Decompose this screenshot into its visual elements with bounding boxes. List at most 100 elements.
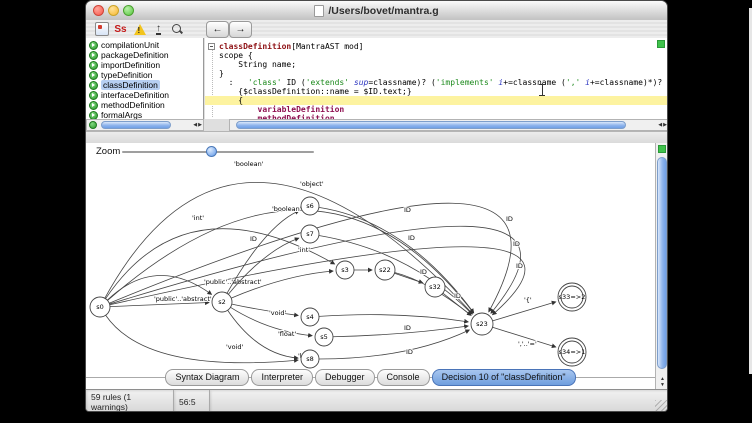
rule-icon bbox=[89, 111, 98, 120]
code-line[interactable]: String name; bbox=[219, 60, 668, 69]
transition-edge bbox=[110, 303, 209, 307]
tab-interpreter[interactable]: Interpreter bbox=[251, 369, 313, 386]
tree-item-compilationUnit[interactable]: compilationUnit bbox=[86, 40, 203, 50]
tree-item-label: packageDefinition bbox=[101, 50, 169, 60]
code-line[interactable]: {$classDefinition::name = $ID.text;} bbox=[219, 87, 668, 96]
fold-icon[interactable] bbox=[208, 43, 215, 50]
edge-label: ID bbox=[506, 215, 513, 223]
tree-item-label: methodDefinition bbox=[101, 100, 165, 110]
code-line[interactable]: scope { bbox=[219, 51, 668, 60]
tab-debugger[interactable]: Debugger bbox=[315, 369, 375, 386]
resize-grip[interactable] bbox=[655, 400, 668, 412]
state-s2[interactable]: s2 bbox=[212, 292, 232, 312]
edge-label: ID bbox=[250, 235, 257, 243]
state-s4[interactable]: s4 bbox=[301, 308, 319, 326]
tree-item-classDefinition[interactable]: classDefinition bbox=[86, 80, 203, 90]
forward-button[interactable]: → bbox=[229, 21, 252, 38]
goto-rule-icon[interactable]: ↑ bbox=[151, 22, 166, 36]
grammar-editor[interactable]: classDefinition[MantraAST mod]scope { St… bbox=[205, 38, 668, 119]
tree-item-packageDefinition[interactable]: packageDefinition bbox=[86, 50, 203, 60]
rules-count: 59 rules (1 warnings) bbox=[86, 390, 174, 412]
tree-hscroll-arrows[interactable]: ◀▶ bbox=[193, 120, 202, 130]
top-split: compilationUnitpackageDefinitionimportDe… bbox=[86, 38, 668, 131]
tab-console[interactable]: Console bbox=[377, 369, 430, 386]
state-s34=>1[interactable]: s34=>1 bbox=[558, 338, 586, 366]
zoom-slider[interactable] bbox=[122, 151, 314, 153]
toolbar: Ss ! ↑ ← → bbox=[86, 20, 667, 39]
code-line[interactable]: { bbox=[205, 96, 668, 105]
tab-syntax-diagram[interactable]: Syntax Diagram bbox=[165, 369, 249, 386]
state-s22[interactable]: s22 bbox=[375, 260, 395, 280]
edge-label: 'float' bbox=[278, 330, 296, 338]
code-line[interactable]: : 'class' ID ('extends' sup=classname)? … bbox=[219, 78, 668, 87]
diagram-vscroll-thumb[interactable] bbox=[657, 157, 667, 369]
edge-label: ID bbox=[513, 240, 520, 248]
edge-label: ID bbox=[420, 268, 427, 276]
tree-item-formalArgs[interactable]: formalArgs bbox=[86, 110, 203, 119]
code-line[interactable]: variableDefinition bbox=[219, 105, 668, 114]
tree-hscrollbar[interactable]: ◀▶ bbox=[86, 119, 204, 131]
code-line[interactable]: classDefinition[MantraAST mod] bbox=[219, 42, 668, 51]
state-s23[interactable]: s23 bbox=[471, 313, 493, 335]
state-s5[interactable]: s5 bbox=[315, 328, 333, 346]
state-s32[interactable]: s32 bbox=[425, 277, 445, 297]
rule-tree: compilationUnitpackageDefinitionimportDe… bbox=[86, 38, 204, 119]
antlrworks-window: /Users/bovet/mantra.g Ss ! ↑ ← → compila… bbox=[85, 0, 668, 412]
bottom-tabs: Syntax DiagramInterpreterDebuggerConsole… bbox=[86, 367, 655, 387]
state-s33=>2[interactable]: s33=>2 bbox=[558, 283, 586, 311]
fold-gutter bbox=[212, 43, 213, 117]
rule-icon bbox=[89, 81, 98, 90]
editor-hscrollbar[interactable]: ◀▶ bbox=[229, 119, 668, 131]
state-label: s8 bbox=[306, 355, 314, 363]
tree-item-methodDefinition[interactable]: methodDefinition bbox=[86, 100, 203, 110]
editor-hscroll-thumb[interactable] bbox=[236, 121, 626, 129]
state-label: s0 bbox=[96, 303, 104, 311]
edge-label: 'void' bbox=[226, 343, 244, 351]
state-s8[interactable]: s8 bbox=[301, 350, 319, 368]
zoom-slider-knob[interactable] bbox=[206, 146, 217, 157]
diagram-vscrollbar[interactable]: ▲▼ bbox=[655, 143, 668, 389]
titlebar[interactable]: /Users/bovet/mantra.g bbox=[86, 1, 667, 21]
syntax-coloring-icon[interactable]: Ss bbox=[113, 22, 128, 36]
transition-edge bbox=[106, 229, 335, 299]
code-line[interactable]: } bbox=[219, 69, 668, 78]
state-s7[interactable]: s7 bbox=[301, 225, 319, 243]
tree-item-label: interfaceDefinition bbox=[101, 90, 169, 100]
dfa-diagram[interactable]: 'boolean''object'IDIDID'int''public'..'a… bbox=[86, 159, 655, 369]
edge-label: 'int' bbox=[298, 246, 310, 254]
tab-decision-10-of-classdefinition[interactable]: Decision 10 of "classDefinition" bbox=[432, 369, 576, 386]
grammar-doc-icon[interactable] bbox=[94, 22, 109, 36]
desktop: /Users/bovet/mantra.g Ss ! ↑ ← → compila… bbox=[0, 0, 752, 423]
transition-edge bbox=[333, 326, 468, 337]
editor-hscroll-arrows[interactable]: ◀▶ bbox=[658, 120, 667, 130]
tree-item-interfaceDefinition[interactable]: interfaceDefinition bbox=[86, 90, 203, 100]
transition-edge bbox=[106, 315, 298, 363]
edge-label: ID bbox=[516, 262, 523, 270]
edge-label: '{' bbox=[524, 296, 532, 304]
diagram-vscroll-arrows[interactable]: ▲▼ bbox=[656, 376, 668, 388]
state-label: s7 bbox=[306, 230, 314, 238]
code-area[interactable]: classDefinition[MantraAST mod]scope { St… bbox=[219, 42, 668, 119]
edge-label: 'boolean' bbox=[234, 160, 264, 168]
edge-label: ID bbox=[404, 206, 411, 214]
tree-item-label: importDefinition bbox=[101, 60, 160, 70]
find-icon[interactable] bbox=[170, 22, 185, 36]
zoom-row: Zoom bbox=[86, 143, 668, 159]
tree-item-typeDefinition[interactable]: typeDefinition bbox=[86, 70, 203, 80]
tree-item-label: classDefinition bbox=[101, 80, 160, 90]
window-title: /Users/bovet/mantra.g bbox=[86, 1, 667, 20]
state-s0[interactable]: s0 bbox=[90, 297, 110, 317]
back-button[interactable]: ← bbox=[206, 21, 229, 38]
state-label: s22 bbox=[379, 266, 391, 274]
warning-icon[interactable]: ! bbox=[132, 22, 147, 36]
tree-item-importDefinition[interactable]: importDefinition bbox=[86, 60, 203, 70]
state-label: s6 bbox=[306, 202, 314, 210]
caret-position: 56:5 bbox=[174, 390, 210, 412]
edge-label: 'int' bbox=[192, 214, 204, 222]
tree-hscroll-thumb[interactable] bbox=[101, 121, 171, 129]
decision-panel: Zoom 'boolean''object'IDIDID'int''public… bbox=[86, 143, 668, 389]
state-s3[interactable]: s3 bbox=[336, 261, 354, 279]
edge-label: ID bbox=[406, 348, 413, 356]
state-s6[interactable]: s6 bbox=[301, 197, 319, 215]
state-label: s32 bbox=[429, 283, 441, 291]
